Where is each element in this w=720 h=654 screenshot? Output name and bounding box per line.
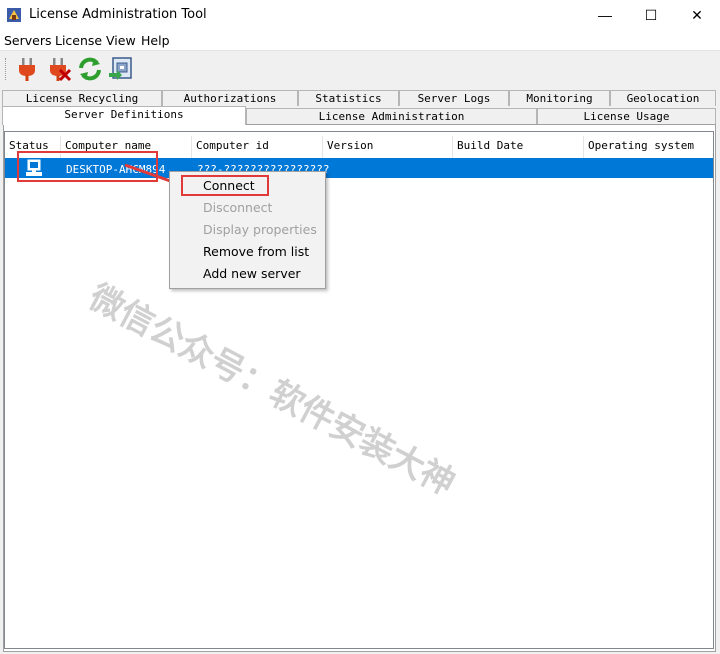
- column-separator[interactable]: [322, 136, 323, 158]
- annotation-highlight-connect: [181, 175, 269, 196]
- tab-server-definitions[interactable]: Server Definitions: [2, 106, 246, 125]
- menu-bar: Servers License View Help: [0, 30, 720, 50]
- tab-monitoring[interactable]: Monitoring: [509, 90, 610, 106]
- title-bar: License Administration Tool — ☐ ✕: [0, 0, 720, 30]
- column-separator[interactable]: [191, 136, 192, 158]
- menu-item-remove-from-list[interactable]: Remove from list: [203, 242, 309, 262]
- column-build-date[interactable]: Build Date: [457, 139, 523, 152]
- toolbar-grip[interactable]: [5, 58, 8, 80]
- menu-license[interactable]: License: [55, 33, 102, 48]
- menu-item-disconnect[interactable]: Disconnect: [203, 198, 272, 218]
- tab-license-recycling[interactable]: License Recycling: [2, 90, 162, 106]
- menu-item-display-properties[interactable]: Display properties: [203, 220, 317, 240]
- tab-strip: License Recycling Authorizations Statist…: [0, 86, 720, 128]
- maximize-button[interactable]: ☐: [628, 0, 674, 30]
- close-button[interactable]: ✕: [674, 0, 720, 30]
- menu-help[interactable]: Help: [141, 33, 170, 48]
- tab-license-usage[interactable]: License Usage: [537, 108, 716, 124]
- server-list[interactable]: Status Computer name Computer id Version…: [4, 131, 714, 649]
- tab-geolocation[interactable]: Geolocation: [610, 90, 716, 106]
- app-icon: [7, 8, 21, 22]
- toolbar: [0, 50, 720, 87]
- column-separator[interactable]: [583, 136, 584, 158]
- plug-disconnect-icon[interactable]: [46, 56, 72, 82]
- minimize-button[interactable]: —: [582, 0, 628, 30]
- column-separator[interactable]: [452, 136, 453, 158]
- properties-icon[interactable]: [108, 56, 134, 82]
- menu-item-add-new-server[interactable]: Add new server: [203, 264, 301, 284]
- column-computer-id[interactable]: Computer id: [196, 139, 269, 152]
- column-operating-system[interactable]: Operating system: [588, 139, 694, 152]
- tab-server-logs[interactable]: Server Logs: [399, 90, 509, 106]
- window-title: License Administration Tool: [29, 7, 207, 22]
- tab-license-administration[interactable]: License Administration: [246, 108, 537, 124]
- plug-connect-icon[interactable]: [14, 56, 40, 82]
- menu-view[interactable]: View: [106, 33, 136, 48]
- column-version[interactable]: Version: [327, 139, 373, 152]
- tab-statistics[interactable]: Statistics: [298, 90, 399, 106]
- tab-authorizations[interactable]: Authorizations: [162, 90, 298, 106]
- menu-servers[interactable]: Servers: [4, 33, 52, 48]
- refresh-icon[interactable]: [77, 56, 103, 82]
